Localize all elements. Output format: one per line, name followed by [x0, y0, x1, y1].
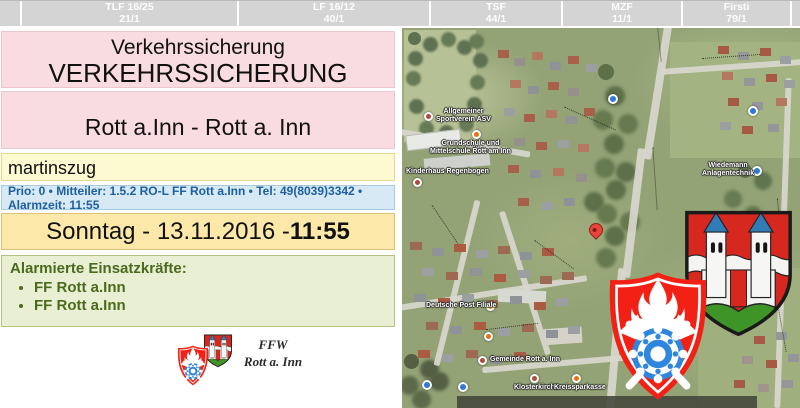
vehicle-name: Firsti	[683, 2, 790, 14]
map-road	[622, 148, 646, 278]
ffw-logo-line2: Rott a. Inn	[234, 353, 312, 370]
map-building	[498, 289, 547, 304]
poi-label-kinderhaus: Kinderhaus Regenbogen	[406, 168, 489, 176]
poi-kindergarten-icon	[413, 178, 422, 187]
vehicle-name: LF 16/12	[239, 2, 429, 14]
map-trees	[404, 354, 419, 369]
vehicle-status: 44/1	[431, 14, 561, 26]
vehicle-status: 21/1	[22, 14, 237, 26]
poi-lodging-icon	[748, 106, 758, 116]
vehicle-cell-mzf: MZF 11/1	[563, 1, 681, 26]
status-bar-spacer	[792, 1, 800, 26]
vehicle-status-bar: TLF 16/25 21/1 LF 16/12 40/1 TSF 44/1 MZ…	[0, 0, 800, 26]
vehicle-name: MZF	[563, 2, 681, 14]
alarm-date: Sonntag - 13.11.2016 -	[46, 218, 290, 246]
poi-lodging-icon	[422, 380, 432, 390]
poi-label-sparkasse: Kreissparkasse	[554, 384, 606, 392]
poi-label-sportverein: AllgemeinerSportverein ASV	[436, 108, 491, 124]
poi-label-gemeinde: Gemeinde Rott a. Inn	[490, 356, 560, 364]
vehicle-cell-firsti: Firsti 79/1	[683, 1, 790, 26]
force-item: FF Rott a.Inn	[34, 279, 386, 296]
satellite-map[interactable]: AllgemeinerSportverein ASV Grundschule u…	[402, 28, 800, 408]
street-label-mark	[564, 107, 616, 131]
poi-townhall-icon	[478, 356, 487, 365]
vehicle-name: TLF 16/25	[22, 2, 237, 14]
poi-shop-icon	[484, 332, 493, 341]
poi-bank-icon	[572, 374, 581, 383]
vehicle-status: 40/1	[239, 14, 429, 26]
poi-sport-icon	[424, 112, 433, 121]
map-trees	[598, 64, 614, 80]
alarm-keyword-box: Verkehrssicherung VERKEHRSSICHERUNG	[1, 31, 395, 88]
feuerwehr-emblem	[603, 268, 713, 404]
alarm-date-box: Sonntag - 13.11.2016 - 11:55	[1, 213, 395, 250]
map-field	[670, 42, 800, 158]
alarm-time: 11:55	[290, 218, 350, 246]
street-label-mark	[652, 148, 657, 210]
street-label-mark	[432, 205, 459, 244]
poi-label-schule: Grundschule undMittelschule Rott am Inn	[430, 140, 511, 156]
ffw-logo-line1: FFW	[234, 336, 312, 353]
ffw-emblem-icon	[176, 344, 210, 387]
alarm-location-box: Rott a.Inn - Rott a. Inn	[1, 91, 395, 149]
alarm-keyword-upper: VERKEHRSSICHERUNG	[2, 60, 394, 87]
vehicle-cell-tlf: TLF 16/25 21/1	[22, 1, 237, 26]
map-building	[541, 327, 582, 346]
alarm-location: Rott a.Inn - Rott a. Inn	[85, 114, 311, 141]
map-houses	[718, 46, 729, 54]
poi-school-icon	[472, 130, 481, 139]
alarm-note-box: martinszug	[1, 153, 395, 181]
map-houses	[410, 242, 422, 250]
vehicle-status: 11/1	[563, 14, 681, 26]
poi-lodging-icon	[458, 382, 468, 392]
poi-church-icon	[530, 374, 539, 383]
alarm-keyword: Verkehrssicherung	[2, 36, 394, 60]
map-houses	[498, 50, 509, 58]
poi-label-post: Deutsche Post Filiale	[426, 302, 496, 310]
force-item: FF Rott a.Inn	[34, 297, 386, 314]
alarm-note: martinszug	[8, 158, 96, 178]
map-trees	[408, 32, 421, 45]
alarmed-forces-list: FF Rott a.Inn FF Rott a.Inn	[34, 279, 386, 314]
map-road	[434, 200, 481, 366]
map-field	[404, 30, 476, 142]
poi-label-wiedemann: WiedemannAnlagentechnik	[702, 162, 754, 178]
vehicle-name: TSF	[431, 2, 561, 14]
alarmed-forces-title: Alarmierte Einsatzkräfte:	[10, 260, 386, 277]
status-bar-spacer	[0, 1, 20, 26]
map-pin-icon	[586, 220, 606, 240]
vehicle-cell-tsf: TSF 44/1	[431, 1, 561, 26]
alarmed-forces-box: Alarmierte Einsatzkräfte: FF Rott a.Inn …	[1, 255, 395, 327]
vehicle-status: 79/1	[683, 14, 790, 26]
street-label-mark	[534, 240, 573, 269]
street-label-mark	[486, 323, 538, 330]
alarm-monitor: TLF 16/25 21/1 LF 16/12 40/1 TSF 44/1 MZ…	[0, 0, 800, 408]
ffw-logo: FFW Rott a. Inn	[170, 328, 320, 398]
alarm-details-box: Prio: 0 • Mitteiler: 1.5.2 RO-L FF Rott …	[1, 185, 395, 210]
poi-label-kloster: Klosterkirche	[514, 384, 559, 392]
map-road	[643, 28, 673, 160]
vehicle-cell-lf: LF 16/12 40/1	[239, 1, 429, 26]
alarm-details: Prio: 0 • Mitteiler: 1.5.2 RO-L FF Rott …	[8, 184, 394, 212]
poi-lodging-icon	[608, 94, 618, 104]
